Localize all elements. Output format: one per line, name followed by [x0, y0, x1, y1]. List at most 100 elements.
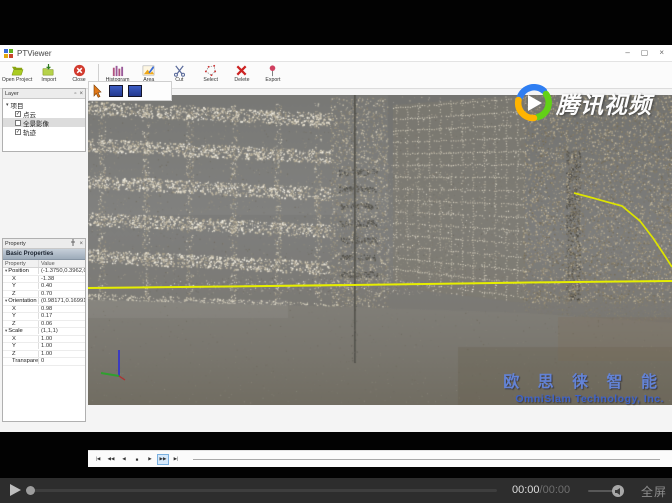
video-frame: PTViewer – ▢ × Open ProjectImportCloseHi…: [0, 0, 672, 503]
fullscreen-button[interactable]: 全屏: [641, 483, 667, 500]
tree-root-item[interactable]: ▾项目: [3, 100, 85, 109]
view-toggle-button-1[interactable]: [109, 85, 123, 97]
property-value: 0.17: [39, 313, 85, 319]
playback-button-1[interactable]: ◀◀: [105, 454, 117, 465]
expander-icon[interactable]: ▾: [5, 268, 7, 273]
progress-knob[interactable]: [26, 486, 35, 495]
minimize-button[interactable]: –: [625, 47, 629, 59]
lasso-icon: [204, 64, 217, 77]
property-row-x[interactable]: X0.98: [3, 306, 85, 314]
playback-toolbar: |◀◀◀◀■▶▶▶▶|: [88, 450, 672, 467]
float-panel-icon[interactable]: ▫: [74, 90, 76, 98]
time-total: /00:00: [540, 484, 571, 496]
property-row-x[interactable]: X-1.38: [3, 276, 85, 284]
property-table: ▾Position(-1.3750,0.3962,0.704...X-1.38Y…: [3, 268, 85, 366]
value-column-header: Value: [39, 260, 85, 267]
view-toggle-button-2[interactable]: [128, 85, 142, 97]
property-row-y[interactable]: Y0.17: [3, 313, 85, 321]
property-value: 0.40: [39, 283, 85, 289]
toolbar-button-open-project[interactable]: Open Project: [2, 63, 33, 88]
property-value: 1.00: [39, 343, 85, 349]
property-name: Transparent: [3, 358, 39, 364]
close-panel-icon[interactable]: ×: [79, 240, 83, 248]
property-value: 0.70: [39, 291, 85, 297]
property-value: -1.38: [39, 276, 85, 282]
property-value: (1,1,1): [39, 328, 85, 334]
tree-item-label: 轨迹: [23, 127, 36, 137]
property-row-transparent[interactable]: Transparent0: [3, 358, 85, 366]
property-name: X: [3, 276, 39, 282]
checkbox[interactable]: [15, 120, 21, 126]
toolbar-button-delete[interactable]: Delete: [226, 63, 257, 88]
toolbar-button-label: Cut: [175, 77, 183, 83]
property-name: Y: [3, 283, 39, 289]
playback-button-6[interactable]: ▶|: [170, 454, 182, 465]
close-panel-icon[interactable]: ×: [79, 90, 83, 98]
play-button[interactable]: [10, 484, 21, 496]
property-row-position[interactable]: ▾Position(-1.3750,0.3962,0.704...: [3, 268, 85, 276]
property-row-y[interactable]: Y1.00: [3, 343, 85, 351]
property-row-scale[interactable]: ▾Scale(1,1,1): [3, 328, 85, 336]
playback-slider[interactable]: [193, 459, 660, 460]
property-row-z[interactable]: Z0.70: [3, 291, 85, 299]
close-button[interactable]: ×: [659, 47, 664, 59]
tree-root-label: 项目: [11, 100, 24, 110]
tree-item-全景影像[interactable]: 全景影像: [3, 118, 85, 127]
pan-tool-icon[interactable]: [92, 84, 104, 98]
property-name: Z: [3, 291, 39, 297]
title-bar: PTViewer – ▢ ×: [0, 45, 672, 62]
playback-button-0[interactable]: |◀: [92, 454, 104, 465]
pin-icon[interactable]: [70, 239, 76, 249]
basic-properties-header[interactable]: Basic Properties: [3, 249, 85, 260]
playback-button-4[interactable]: ▶: [144, 454, 156, 465]
volume-knob[interactable]: [612, 485, 624, 497]
toolbar-button-label: Open Project: [2, 77, 33, 83]
playback-button-5[interactable]: ▶▶: [157, 454, 169, 465]
layer-panel-title: Layer: [5, 91, 71, 97]
expander-icon[interactable]: ▾: [5, 328, 7, 333]
property-value: 0.98: [39, 306, 85, 312]
property-panel-title: Property: [5, 241, 67, 247]
point-cloud-canvas[interactable]: [88, 95, 672, 405]
property-row-z[interactable]: Z0.06: [3, 321, 85, 329]
property-row-orientation[interactable]: ▾Orientation(0.98171,0.16991,0.0...: [3, 298, 85, 306]
toolbar-button-import[interactable]: Import: [33, 63, 64, 88]
property-row-x[interactable]: X1.00: [3, 336, 85, 344]
property-row-z[interactable]: Z1.00: [3, 351, 85, 359]
property-column-header: Property: [3, 260, 39, 267]
property-panel: Property × Basic Properties Property Val…: [2, 238, 86, 422]
property-row-y[interactable]: Y0.40: [3, 283, 85, 291]
checkbox[interactable]: ✓: [15, 111, 21, 117]
property-name: ▾Scale: [3, 328, 39, 334]
import-folder-icon: [42, 64, 55, 77]
expander-icon[interactable]: ▾: [6, 102, 9, 108]
speaker-icon: [615, 488, 622, 495]
property-value: 1.00: [39, 351, 85, 357]
property-table-header: Property Value: [3, 260, 85, 268]
maximize-button[interactable]: ▢: [641, 47, 649, 59]
playback-buttons: |◀◀◀◀■▶▶▶▶|: [92, 454, 183, 465]
toolbar-button-select[interactable]: Select: [195, 63, 226, 88]
property-name: X: [3, 306, 39, 312]
toolbar-button-label: Export: [265, 77, 280, 83]
playback-button-3[interactable]: ■: [131, 454, 143, 465]
property-name: X: [3, 336, 39, 342]
histogram-icon: [111, 64, 124, 77]
checkbox[interactable]: ✓: [15, 129, 21, 135]
property-name: Z: [3, 351, 39, 357]
scissors-icon: [173, 64, 186, 77]
property-name: Y: [3, 313, 39, 319]
playback-button-2[interactable]: ◀: [118, 454, 130, 465]
toolbar-button-export[interactable]: Export: [257, 63, 288, 88]
progress-bar[interactable]: [29, 489, 497, 492]
expander-icon[interactable]: ▾: [5, 298, 7, 303]
app-icon: [4, 49, 13, 58]
tree-item-轨迹[interactable]: ✓轨迹: [3, 127, 85, 136]
viewport-3d[interactable]: [88, 95, 672, 405]
window-title: PTViewer: [17, 49, 52, 58]
time-display: 00:00/00:00: [512, 484, 570, 496]
property-name: ▾Position: [3, 268, 39, 274]
property-name: ▾Orientation: [3, 298, 39, 304]
company-name-en: OmniSlam Technology, Inc.: [503, 393, 664, 405]
property-value: 0.06: [39, 321, 85, 327]
